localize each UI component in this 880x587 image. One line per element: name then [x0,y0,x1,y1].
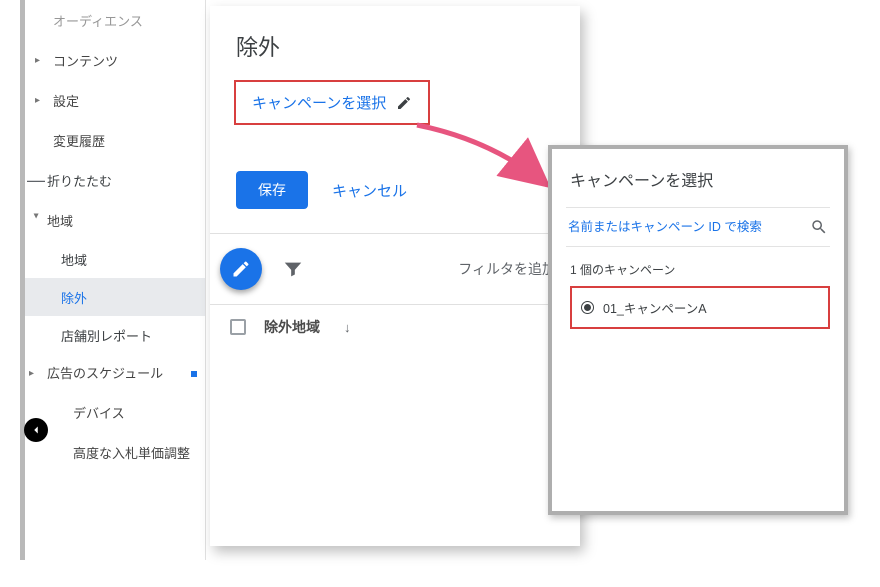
cancel-button[interactable]: キャンセル [332,180,407,201]
sidebar-item-label: 変更履歴 [53,131,197,150]
sidebar-item-label: 高度な入札単価調整 [73,445,197,463]
campaign-search-input[interactable] [568,220,802,234]
campaign-count-label: 1 個のキャンペーン [552,247,844,286]
filter-icon[interactable] [282,258,304,280]
page-title: 除外 [210,6,580,80]
notification-dot-icon [191,371,197,377]
minus-icon: — [25,170,47,191]
sidebar-item-label: 設定 [53,91,197,110]
sidebar-item-contents[interactable]: ▸ コンテンツ [25,40,205,80]
popup-search-row [566,207,830,247]
sidebar-item-label: オーディエンス [53,11,197,30]
back-button[interactable] [24,418,48,442]
column-header-exclude-region[interactable]: 除外地域 [264,317,320,337]
sidebar-item-audience[interactable]: オーディエンス [25,0,205,40]
campaign-item-label: 01_キャンペーンA [603,298,707,317]
sidebar-subitem-exclude[interactable]: 除外 [25,278,205,316]
action-bar: 保存 キャンセル [210,125,580,234]
campaign-list-item[interactable]: 01_キャンペーンA [570,286,830,329]
sidebar-item-history[interactable]: 変更履歴 [25,120,205,160]
sidebar-collapse[interactable]: — 折りたたむ [25,160,205,200]
chevron-right-icon: ▸ [29,367,43,381]
popup-title: キャンペーンを選択 [552,149,844,207]
pencil-icon [231,259,251,279]
sidebar-item-label: デバイス [73,405,197,423]
chevron-right-icon: ▸ [35,55,49,66]
select-campaign-label: キャンペーンを選択 [252,92,386,113]
sidebar-subitem-store-report[interactable]: 店舗別レポート [25,316,205,354]
select-all-checkbox[interactable] [230,319,246,335]
save-button[interactable]: 保存 [236,171,308,209]
sidebar-collapse-label: 折りたたむ [47,171,112,190]
select-campaign-button[interactable]: キャンペーンを選択 [234,80,430,125]
campaign-select-popup: キャンペーンを選択 1 個のキャンペーン 01_キャンペーンA [548,145,848,515]
sidebar-item-device[interactable]: デバイス [25,394,205,434]
edit-fab[interactable] [220,248,262,290]
search-icon[interactable] [810,218,828,236]
sidebar-subitem-label: 店舗別レポート [61,326,152,345]
sidebar-item-label: 広告のスケジュール [47,365,189,383]
sidebar: オーディエンス ▸ コンテンツ ▸ 設定 変更履歴 — 折りたたむ ▸ 地域 地… [20,0,206,560]
sidebar-item-ad-schedule[interactable]: ▸ 広告のスケジュール [25,354,205,394]
main-panel: 除外 キャンペーンを選択 保存 キャンセル フィルタを追加 除外地域 ↓ [210,6,580,546]
sidebar-item-settings[interactable]: ▸ 設定 [25,80,205,120]
sidebar-item-label: コンテンツ [53,51,197,70]
chevron-left-icon [29,423,43,437]
table-header: 除外地域 ↓ [210,305,580,349]
sidebar-section-locations[interactable]: ▸ 地域 [25,200,205,240]
sidebar-subitem-label: 地域 [61,250,87,269]
status-dot-icon [582,302,593,313]
sidebar-subitem-label: 除外 [61,288,87,307]
chevron-down-icon: ▸ [31,213,42,227]
sidebar-subitem-locations[interactable]: 地域 [25,240,205,278]
chevron-right-icon: ▸ [35,95,49,106]
sidebar-item-bid-adjust[interactable]: 高度な入札単価調整 [25,434,205,474]
sidebar-section-label: 地域 [47,211,197,230]
sort-down-icon: ↓ [344,320,351,335]
toolbar: フィルタを追加 [210,234,580,305]
pencil-icon [396,95,412,111]
